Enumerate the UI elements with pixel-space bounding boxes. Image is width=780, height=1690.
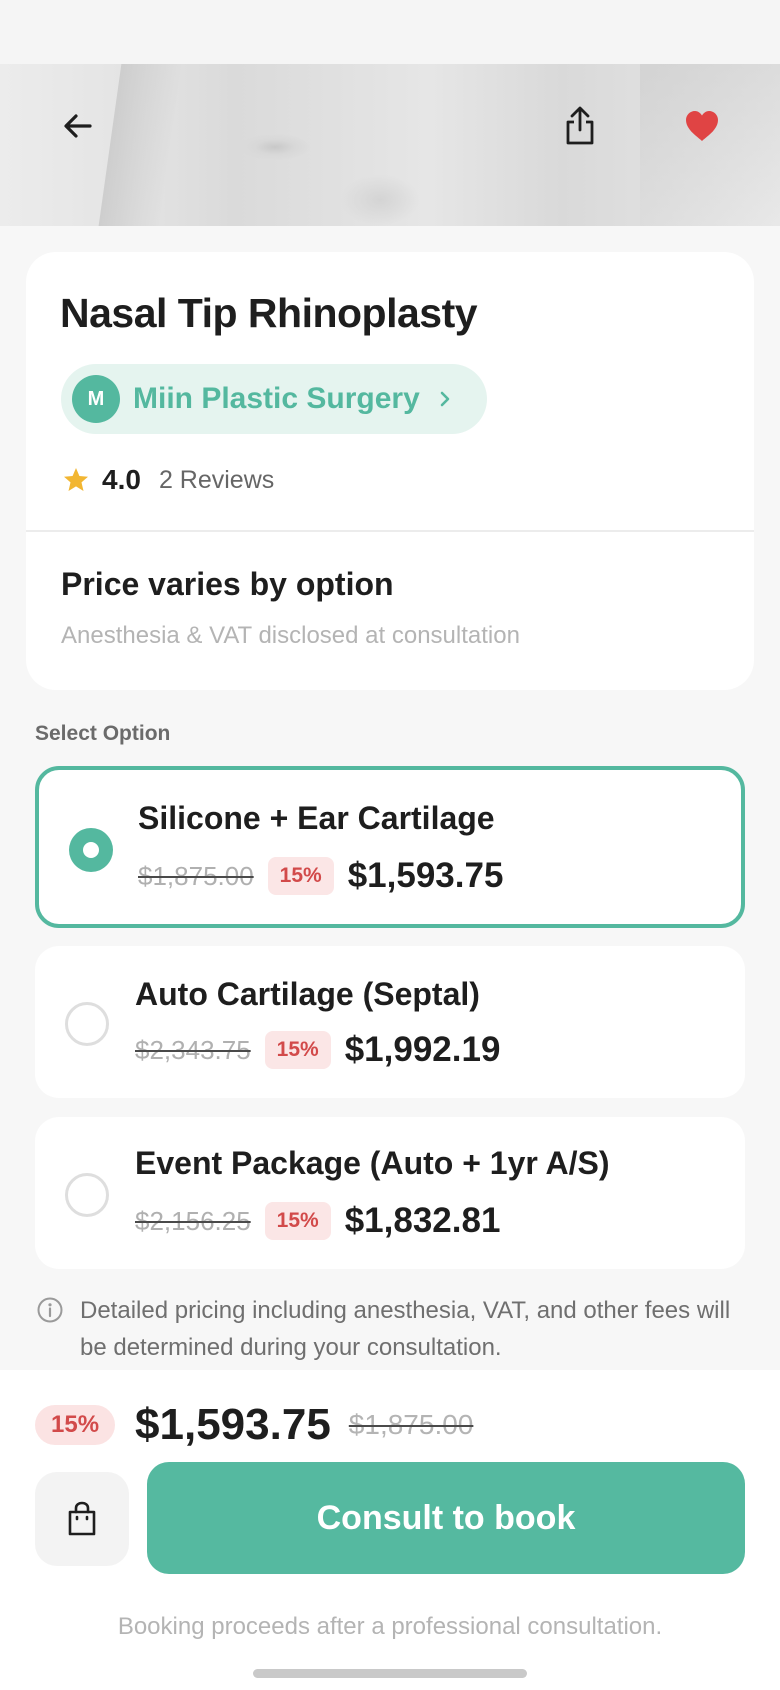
original-price: $1,875.00 — [348, 1409, 474, 1440]
booking-note: Booking proceeds after a professional co… — [117, 1613, 663, 1640]
clinic-link[interactable]: M Miin Plastic Surgery — [61, 364, 487, 434]
select-option-label: Select Option — [35, 722, 171, 745]
original-price: $1,875.00 — [138, 860, 254, 891]
radio-unselected[interactable] — [65, 1173, 109, 1217]
option-card[interactable]: Silicone + Ear Cartilage $1,875.00 15% $… — [35, 766, 745, 928]
bottom-action-bar: 15% $1,593.75 $1,875.00 Consult to book … — [0, 1370, 780, 1690]
discount-badge: 15% — [264, 1202, 331, 1240]
radio-unselected[interactable] — [65, 1002, 109, 1046]
arrow-left-icon — [64, 114, 92, 138]
hero-image — [0, 0, 780, 226]
price-heading: Price varies by option — [61, 566, 394, 602]
page-title: Nasal Tip Rhinoplasty — [60, 290, 478, 336]
radio-selected[interactable] — [69, 828, 113, 872]
favorite-button[interactable] — [674, 98, 730, 154]
product-summary-card: Nasal Tip Rhinoplasty M Miin Plastic Sur… — [26, 252, 754, 690]
price-note: Anesthesia & VAT disclosed at consultati… — [61, 622, 520, 649]
rating-row: 4.0 2 Reviews — [62, 460, 274, 500]
discount-badge: 15% — [267, 857, 334, 895]
divider — [26, 530, 754, 532]
consult-to-book-button[interactable]: Consult to book — [147, 1462, 745, 1574]
sale-price: $1,593.75 — [347, 856, 504, 895]
option-prices: $1,875.00 15% $1,593.75 — [138, 856, 503, 896]
cart-button[interactable] — [35, 1472, 129, 1566]
sale-price: $1,832.81 — [344, 1201, 501, 1240]
option-card[interactable]: Auto Cartilage (Septal) $2,343.75 15% $1… — [35, 946, 745, 1098]
total-price: $1,593.75 — [135, 1400, 331, 1449]
back-button[interactable] — [50, 98, 106, 154]
clinic-name: Miin Plastic Surgery — [133, 382, 420, 415]
clinic-avatar: M — [72, 375, 120, 423]
share-button[interactable] — [552, 98, 608, 154]
sale-price: $1,992.19 — [344, 1030, 501, 1069]
original-price: $2,156.25 — [135, 1205, 251, 1236]
chevron-right-icon — [438, 390, 452, 408]
rating-value: 4.0 — [102, 464, 141, 495]
info-text: Detailed pricing including anesthesia, V… — [80, 1297, 731, 1361]
procedure-photo — [0, 64, 780, 226]
option-name: Silicone + Ear Cartilage — [138, 800, 495, 836]
total-price-row: 15% $1,593.75 $1,875.00 — [35, 1400, 473, 1450]
option-prices: $2,156.25 15% $1,832.81 — [135, 1201, 500, 1241]
home-indicator[interactable] — [253, 1669, 527, 1678]
discount-badge: 15% — [35, 1405, 116, 1445]
star-icon — [64, 468, 88, 491]
shopping-bag-icon — [68, 1501, 96, 1536]
pricing-info-note: Detailed pricing including anesthesia, V… — [36, 1292, 736, 1366]
option-name: Auto Cartilage (Septal) — [135, 976, 480, 1012]
option-prices: $2,343.75 15% $1,992.19 — [135, 1030, 500, 1070]
option-card[interactable]: Event Package (Auto + 1yr A/S) $2,156.25… — [35, 1117, 745, 1269]
original-price: $2,343.75 — [135, 1034, 251, 1065]
discount-badge: 15% — [264, 1031, 331, 1069]
option-name: Event Package (Auto + 1yr A/S) — [135, 1145, 610, 1181]
share-icon — [566, 106, 594, 145]
heart-icon — [686, 111, 718, 141]
review-count-link[interactable]: 2 Reviews — [159, 466, 274, 495]
info-icon — [36, 1296, 64, 1366]
